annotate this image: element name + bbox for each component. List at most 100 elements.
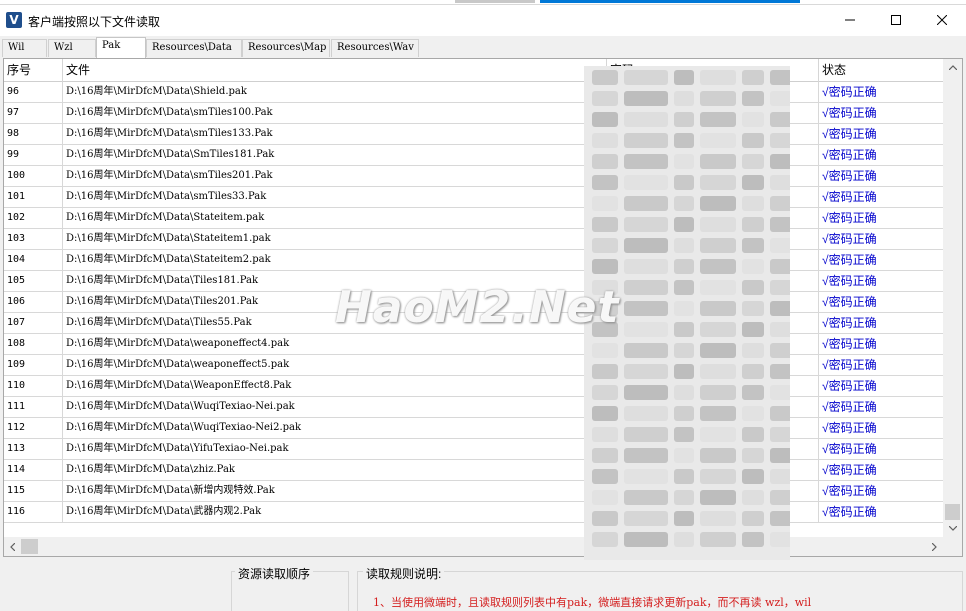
tab-wil[interactable]: Wil (2, 39, 47, 57)
table-row[interactable]: 110 D:\16周年\MirDfcM\Data\WeaponEffect8.Pa… (4, 376, 943, 397)
blur-block (624, 406, 668, 421)
blur-block (674, 280, 694, 295)
table-row[interactable]: 116 D:\16周年\MirDfcM\Data\武器内观2.Pak √密码正确 (4, 502, 943, 523)
table-row[interactable]: 113 D:\16周年\MirDfcM\Data\YifuTexiao-Nei.p… (4, 439, 943, 460)
table-row[interactable]: 114 D:\16周年\MirDfcM\Data\zhiz.Pak √密码正确 (4, 460, 943, 481)
blur-block (742, 217, 764, 232)
row-number: 97 (4, 103, 63, 124)
blur-block (674, 448, 694, 463)
scroll-down-button[interactable] (943, 520, 962, 537)
row-number: 101 (4, 187, 63, 208)
blur-block (700, 91, 736, 106)
blur-block (700, 406, 736, 421)
table-row[interactable]: 98 D:\16周年\MirDfcM\Data\smTiles133.Pak √密码… (4, 124, 943, 145)
row-number: 116 (4, 502, 63, 523)
tab-resources-map[interactable]: Resources\Map (242, 39, 330, 57)
blur-block (742, 70, 764, 85)
blur-block (624, 91, 668, 106)
row-status: √密码正确 (822, 379, 877, 393)
row-status: √密码正确 (822, 253, 877, 267)
row-number: 112 (4, 418, 63, 439)
close-button[interactable] (919, 5, 964, 35)
table-row[interactable]: 101 D:\16周年\MirDfcM\Data\smTiles33.Pak √密码… (4, 187, 943, 208)
background-tab-strip (455, 0, 535, 3)
scroll-up-button[interactable] (943, 59, 962, 76)
blur-block (700, 364, 736, 379)
blur-block (624, 469, 668, 484)
table-row[interactable]: 111 D:\16周年\MirDfcM\Data\WuqiTexiao-Nei.p… (4, 397, 943, 418)
background-active-tab-indicator (540, 0, 800, 3)
blur-block (624, 532, 668, 547)
blur-block (674, 385, 694, 400)
row-number: 114 (4, 460, 63, 481)
minimize-button[interactable] (827, 5, 872, 35)
blur-block (770, 112, 790, 127)
column-header-file[interactable]: 文件 (63, 59, 607, 82)
tab-bar: Wil Wzl Pak Resources\Data Resources\Map… (0, 37, 966, 58)
table-row[interactable]: 99 D:\16周年\MirDfcM\Data\SmTiles181.Pak √密码… (4, 145, 943, 166)
blur-block (592, 427, 618, 442)
blur-block (624, 238, 668, 253)
row-number: 100 (4, 166, 63, 187)
blur-block (742, 280, 764, 295)
tab-wzl[interactable]: Wzl (48, 39, 96, 57)
row-file-path: D:\16周年\MirDfcM\Data\smTiles100.Pak (63, 103, 607, 124)
blur-block (742, 154, 764, 169)
blur-block (742, 364, 764, 379)
blur-block (592, 448, 618, 463)
table-row[interactable]: 102 D:\16周年\MirDfcM\Data\Stateitem.pak √密码… (4, 208, 943, 229)
row-status: √密码正确 (822, 211, 877, 225)
tab-resources-wav[interactable]: Resources\Wav (331, 39, 419, 57)
table-row[interactable]: 104 D:\16周年\MirDfcM\Data\Stateitem2.pak √密… (4, 250, 943, 271)
row-status: √密码正确 (822, 505, 877, 519)
row-status: √密码正确 (822, 274, 877, 288)
blur-block (674, 427, 694, 442)
table-row[interactable]: 103 D:\16周年\MirDfcM\Data\Stateitem1.pak √密… (4, 229, 943, 250)
table-row[interactable]: 97 D:\16周年\MirDfcM\Data\smTiles100.Pak √密码… (4, 103, 943, 124)
row-status: √密码正确 (822, 232, 877, 246)
list-header: 序号 文件 密码 状态 (4, 59, 943, 82)
maximize-button[interactable] (873, 5, 918, 35)
table-row[interactable]: 115 D:\16周年\MirDfcM\Data\新增内观特效.Pak √密码正确 (4, 481, 943, 502)
blur-block (700, 511, 736, 526)
table-row[interactable]: 100 D:\16周年\MirDfcM\Data\smTiles201.Pak √密… (4, 166, 943, 187)
blur-block (700, 469, 736, 484)
row-status: √密码正确 (822, 169, 877, 183)
tab-pak[interactable]: Pak (96, 37, 146, 58)
blur-block (592, 91, 618, 106)
vertical-scroll-thumb[interactable] (945, 504, 960, 520)
table-row[interactable]: 112 D:\16周年\MirDfcM\Data\WuqiTexiao-Nei2.… (4, 418, 943, 439)
horizontal-scroll-thumb[interactable] (21, 539, 38, 554)
blur-block (674, 91, 694, 106)
row-status: √密码正确 (822, 85, 877, 99)
vertical-scrollbar[interactable] (943, 59, 962, 537)
title-bar[interactable]: V 客户端按照以下文件读取 (0, 4, 966, 36)
blur-block (624, 112, 668, 127)
blur-block (742, 385, 764, 400)
blur-block (700, 112, 736, 127)
row-file-path: D:\16周年\MirDfcM\Data\WeaponEffect8.Pak (63, 376, 607, 397)
scroll-left-button[interactable] (4, 537, 21, 556)
blur-block (674, 511, 694, 526)
column-header-status[interactable]: 状态 (819, 59, 943, 82)
row-number: 111 (4, 397, 63, 418)
blur-block (700, 70, 736, 85)
blur-block (624, 217, 668, 232)
blur-block (592, 70, 618, 85)
blur-block (700, 280, 736, 295)
row-status: √密码正确 (822, 148, 877, 162)
horizontal-scrollbar[interactable] (4, 537, 943, 556)
blur-block (592, 259, 618, 274)
blur-block (592, 385, 618, 400)
blur-block (674, 343, 694, 358)
blur-block (700, 238, 736, 253)
row-number: 107 (4, 313, 63, 334)
tab-resources-data[interactable]: Resources\Data (146, 39, 242, 57)
table-row[interactable]: 96 D:\16周年\MirDfcM\Data\Shield.pak √密码正确 (4, 82, 943, 103)
blur-block (770, 91, 790, 106)
table-row[interactable]: 109 D:\16周年\MirDfcM\Data\weaponeffect5.pa… (4, 355, 943, 376)
column-header-number[interactable]: 序号 (4, 59, 63, 82)
blur-block (592, 343, 618, 358)
scroll-right-button[interactable] (926, 537, 943, 556)
table-row[interactable]: 108 D:\16周年\MirDfcM\Data\weaponeffect4.pa… (4, 334, 943, 355)
